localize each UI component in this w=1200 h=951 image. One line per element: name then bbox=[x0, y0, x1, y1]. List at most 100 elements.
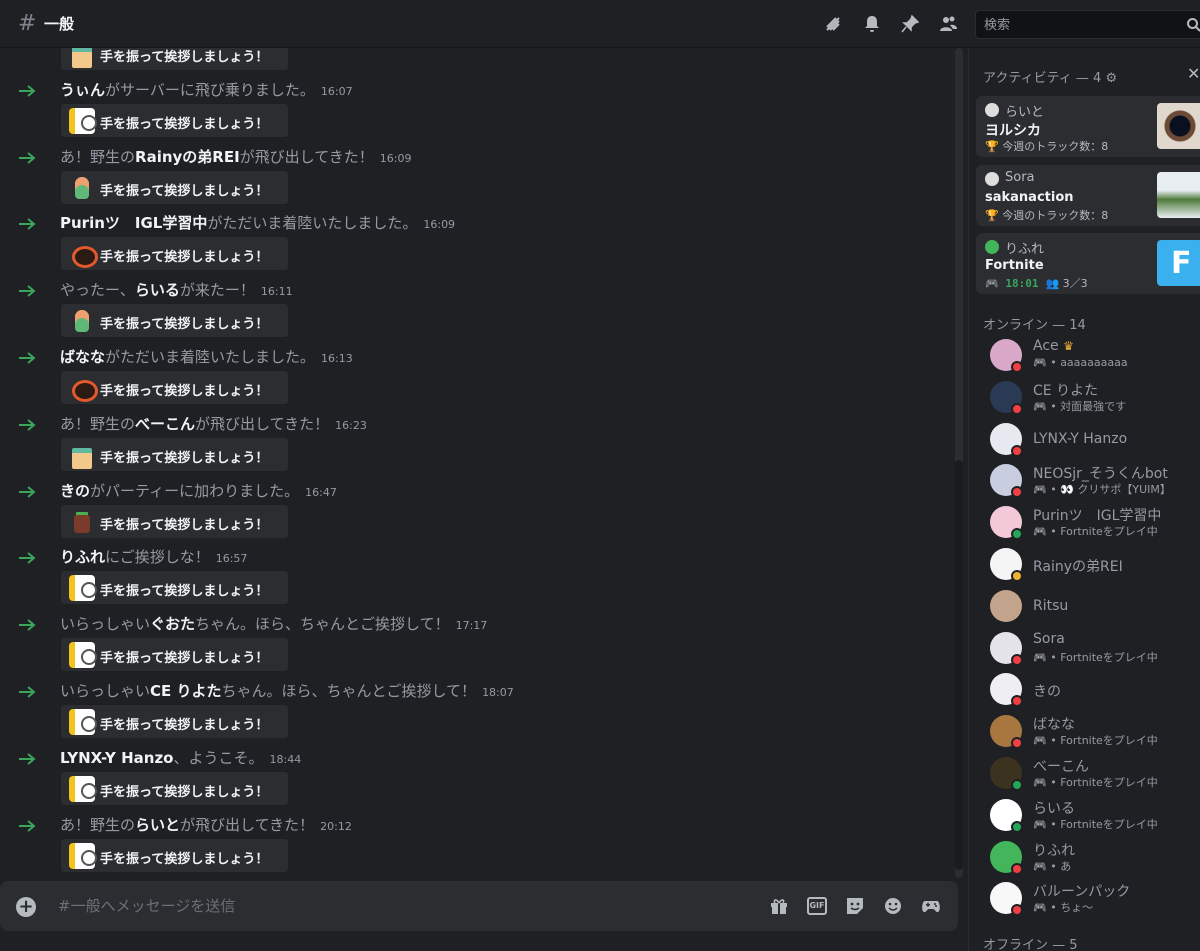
emoji-icon[interactable] bbox=[882, 895, 904, 917]
wave-greeting-button[interactable]: 手を振って挨拶しましょう！ bbox=[60, 837, 289, 873]
username-link[interactable]: うぃん bbox=[60, 81, 105, 99]
system-message: あ！野生のRainyの弟REIが飛び出してきた！ 16:09 手を振って挨拶しましょ… bbox=[0, 143, 950, 210]
offline-section-title: オフライン — 5 bbox=[983, 938, 1078, 951]
join-arrow-icon bbox=[18, 217, 36, 231]
online-section-title: オンライン — 14 bbox=[983, 318, 1086, 333]
member-item[interactable]: Sora 🎮 • Fortniteをプレイ中 bbox=[983, 628, 1200, 670]
upload-plus-icon[interactable]: + bbox=[16, 897, 36, 917]
member-item[interactable]: LYNX-Y Hanzo bbox=[983, 419, 1200, 461]
activity-meta: 🎮 18:01 👥 3／3 bbox=[985, 277, 1088, 290]
wave-button-label: 手を振って挨拶しましょう！ bbox=[100, 116, 269, 132]
member-item[interactable]: べーこん 🎮 • Fortniteをプレイ中 bbox=[983, 753, 1200, 795]
member-item[interactable]: NEOSjr_そうくんbot 🎮 • 👀 クリサポ【YUIM】 bbox=[983, 460, 1200, 502]
message-suffix: が飛び出してきた！ bbox=[239, 147, 374, 166]
member-item[interactable]: Ritsu bbox=[983, 586, 1200, 628]
activity-card[interactable]: Sora sakanaction 🏆 今週のトラック数：8 bbox=[976, 165, 1200, 226]
system-message: Purinツ IGL学習中がただいま着陸いたしました。 16:09 手を振って挨拶し… bbox=[0, 209, 950, 276]
timestamp: 16:09 bbox=[379, 151, 412, 165]
wave-greeting-button[interactable]: 手を振って挨拶しましょう！ bbox=[60, 236, 289, 272]
wave-greeting-button[interactable]: 手を振って挨拶しましょう！ bbox=[60, 436, 289, 472]
member-name: Rainyの弟REI bbox=[1033, 559, 1123, 575]
wave-button-label: 手を振って挨拶しましょう！ bbox=[100, 384, 269, 399]
activity-card[interactable]: らいと ヨルシカ 🏆 今週のトラック数：8 bbox=[976, 96, 1200, 157]
wave-greeting-button[interactable]: 手を振って挨拶しましょう！ bbox=[60, 570, 289, 606]
username-link[interactable]: Purinツ IGL学習中 bbox=[60, 214, 207, 232]
wave-greeting-button[interactable]: 手を振って挨拶しましょう！ bbox=[60, 303, 289, 339]
message-text: いらっしゃいCE りよたちゃん。ほら、ちゃんとご挨拶して！ 18:07 bbox=[60, 680, 514, 701]
username-link[interactable]: きの bbox=[60, 482, 90, 500]
wave-greeting-button[interactable]: 手を振って挨拶しましょう！ bbox=[60, 169, 289, 205]
activity-card[interactable]: りふれ Fortnite 🎮 18:01 👥 3／3 bbox=[976, 233, 1200, 294]
join-arrow-icon bbox=[18, 418, 36, 432]
message-text: LYNX-Y Hanzo、ようこそ。 18:44 bbox=[60, 747, 301, 768]
timestamp: 17:17 bbox=[455, 619, 488, 633]
gif-button[interactable]: GIF bbox=[807, 897, 827, 915]
username-link[interactable]: ばなな bbox=[60, 348, 105, 366]
wave-sticker-icon bbox=[69, 241, 98, 269]
threads-icon[interactable] bbox=[823, 14, 843, 34]
wave-sticker-icon bbox=[69, 509, 95, 535]
member-item[interactable]: バルーンパック 🎮 • ちょ〜 bbox=[983, 878, 1200, 920]
member-item[interactable]: きの bbox=[983, 669, 1200, 711]
message-input[interactable] bbox=[58, 895, 738, 917]
username-link[interactable]: CE りよた bbox=[150, 682, 221, 700]
wave-sticker-icon bbox=[69, 308, 95, 334]
member-list-icon[interactable] bbox=[938, 14, 958, 34]
channel-name: 一般 bbox=[44, 15, 75, 33]
member-item[interactable]: Rainyの弟REI bbox=[983, 544, 1200, 586]
member-item[interactable]: ばなな 🎮 • Fortniteをプレイ中 bbox=[983, 711, 1200, 753]
username-link[interactable]: らいる bbox=[135, 281, 180, 299]
member-name: バルーンパック bbox=[1033, 884, 1131, 901]
member-item[interactable]: らいる 🎮 • Fortniteをプレイ中 bbox=[983, 795, 1200, 837]
member-activity: 🎮 • Fortniteをプレイ中 bbox=[1033, 817, 1158, 831]
username-link[interactable]: べーこん bbox=[135, 415, 195, 433]
member-item[interactable]: Purinツ IGL学習中 🎮 • Fortniteをプレイ中 bbox=[983, 502, 1200, 544]
wave-button-label: 手を振って挨拶しましょう！ bbox=[100, 250, 269, 266]
wave-greeting-button[interactable]: 手を振って挨拶しましょう！ bbox=[60, 770, 289, 806]
wave-greeting-button[interactable]: 手を振って挨拶しましょう！ bbox=[60, 503, 289, 539]
close-icon[interactable]: ✕ bbox=[1187, 64, 1200, 83]
timestamp: 16:23 bbox=[335, 418, 367, 432]
member-name: りふれ bbox=[1033, 842, 1075, 859]
gift-icon[interactable] bbox=[768, 895, 790, 917]
message-text: あ！野生のらいとが飛び出してきた！ 20:12 bbox=[60, 814, 352, 835]
username-link[interactable]: ぐおた bbox=[150, 615, 195, 633]
message-suffix: がサーバーに飛び乗りました。 bbox=[105, 80, 315, 99]
status-indicator bbox=[1011, 820, 1023, 833]
join-arrow-icon bbox=[18, 551, 36, 565]
activity-avatar bbox=[985, 172, 999, 186]
activities-gamepad-icon[interactable] bbox=[920, 895, 942, 917]
message-text: うぃんがサーバーに飛び乗りました。 16:07 bbox=[60, 79, 353, 100]
gamepad-icon: 🎮 bbox=[1033, 650, 1047, 664]
wave-greeting-button[interactable]: 手を振って挨拶しましょう！ bbox=[60, 102, 289, 138]
message-text: いらっしゃいぐおたちゃん。ほら、ちゃんとご挨拶して！ 17:17 bbox=[60, 613, 487, 634]
message-composer: + GIF bbox=[0, 881, 958, 931]
gamepad-icon: 🎮 bbox=[985, 277, 1006, 290]
wave-greeting-button[interactable]: 手を振って挨拶しましょう！ bbox=[60, 370, 289, 405]
username-link[interactable]: りふれ bbox=[60, 548, 105, 566]
username-link[interactable]: らいと bbox=[135, 816, 180, 834]
username-link[interactable]: Rainyの弟REI bbox=[135, 148, 240, 166]
wave-greeting-button[interactable]: 手を振って挨拶しましょう！ bbox=[60, 637, 289, 673]
wave-greeting-button[interactable]: 手を振って挨拶しましょう！ bbox=[60, 704, 289, 739]
join-arrow-icon bbox=[18, 151, 36, 165]
notification-bell-icon[interactable] bbox=[862, 14, 882, 34]
message-suffix: が来たー！ bbox=[179, 281, 255, 300]
search-box[interactable] bbox=[975, 10, 1200, 39]
username-link[interactable]: LYNX-Y Hanzo bbox=[60, 749, 173, 767]
member-name: Purinツ IGL学習中 bbox=[1033, 508, 1162, 525]
sticker-icon[interactable] bbox=[844, 895, 866, 917]
member-item[interactable]: Ace ♛ 🎮 • aaaaaaaaaa bbox=[983, 335, 1200, 377]
system-message: りふれにご挨拶しな！ 16:57 手を振って挨拶しましょう！ bbox=[0, 543, 950, 610]
pin-icon[interactable] bbox=[900, 14, 920, 34]
member-item[interactable]: りふれ 🎮 • あ bbox=[983, 837, 1200, 879]
message-text: あ！野生のべーこんが飛び出してきた！ 16:23 bbox=[60, 413, 367, 434]
member-item[interactable]: CE りよた 🎮 • 対面最強です bbox=[983, 377, 1200, 419]
activity-title: sakanaction bbox=[985, 190, 1074, 205]
message-suffix: が飛び出してきた！ bbox=[195, 414, 330, 433]
settings-gear-icon[interactable]: ⚙ bbox=[1105, 71, 1117, 86]
wave-greeting-button[interactable]: 手を振って挨拶しましょう！ bbox=[60, 48, 289, 71]
scrollbar-thumb[interactable] bbox=[955, 460, 963, 870]
system-message: いらっしゃいCE りよたちゃん。ほら、ちゃんとご挨拶して！ 18:07 手を振って挨… bbox=[0, 677, 950, 744]
search-input[interactable] bbox=[984, 16, 1174, 34]
